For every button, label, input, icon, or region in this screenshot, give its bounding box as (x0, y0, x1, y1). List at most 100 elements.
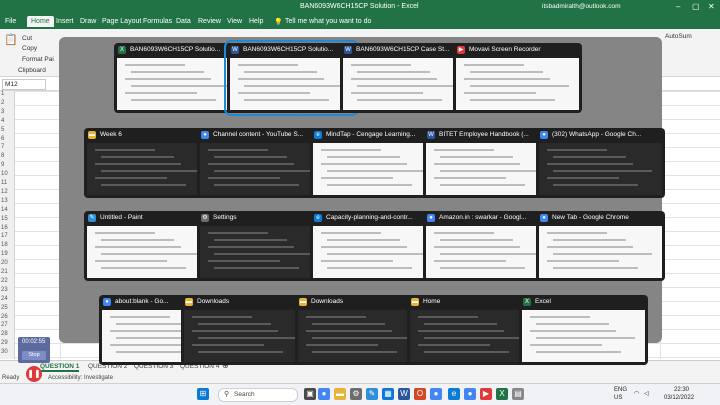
row-number[interactable]: 7 (1, 144, 4, 150)
window-thumbnail[interactable]: W BAN6093W6CH15CP Case St... (340, 43, 469, 113)
settings-taskbar-icon[interactable]: ⚙ (350, 388, 362, 400)
name-box[interactable]: M12 (2, 79, 46, 90)
row-number[interactable]: 12 (1, 189, 8, 195)
edge-icon: e (314, 131, 322, 139)
word-taskbar-icon[interactable]: W (398, 388, 410, 400)
row-number[interactable]: 17 (1, 233, 8, 239)
window-thumbnail[interactable]: e MindTap - Cengage Learning... (310, 128, 439, 198)
window-preview (539, 226, 662, 278)
row-number[interactable]: 29 (1, 340, 8, 346)
chrome-taskbar-icon[interactable]: ● (318, 388, 330, 400)
window-thumbnail[interactable]: ✎ Untitled - Paint (84, 211, 213, 281)
row-number[interactable]: 6 (1, 136, 4, 142)
row-number[interactable]: 2 (1, 100, 4, 106)
window-thumbnail[interactable]: ● (302) WhatsApp - Google Ch... (536, 128, 665, 198)
window-thumbnail[interactable]: X BAN6093W6CH15CP Solutio... (114, 43, 243, 113)
tell-me-search[interactable]: Tell me what you want to do (285, 18, 371, 25)
tab-file[interactable]: File (5, 18, 16, 25)
store-taskbar-icon[interactable]: ▦ (382, 388, 394, 400)
chrome-taskbar-icon-3[interactable]: ● (464, 388, 476, 400)
edge-taskbar-icon[interactable]: e (448, 388, 460, 400)
excel-taskbar-icon[interactable]: X (496, 388, 508, 400)
file-explorer-taskbar-icon[interactable]: ▬ (334, 388, 346, 400)
cut-button[interactable]: Cut (22, 35, 32, 42)
row-number[interactable]: 27 (1, 322, 8, 328)
tab-page-layout[interactable]: Page Layout (102, 18, 141, 25)
row-number[interactable]: 3 (1, 109, 4, 115)
word-icon: W (231, 46, 239, 54)
tab-view[interactable]: View (227, 18, 242, 25)
row-number[interactable]: 21 (1, 269, 8, 275)
row-number[interactable]: 16 (1, 225, 8, 231)
window-thumbnail[interactable]: ● Amazon.in : swarkar - Googl... (423, 211, 552, 281)
window-thumbnail[interactable]: ▬ Downloads (181, 295, 310, 365)
row-number[interactable]: 23 (1, 287, 8, 293)
maximize-icon[interactable]: ▢ (692, 2, 700, 11)
preview-line (440, 170, 539, 172)
tab-data[interactable]: Data (176, 18, 191, 25)
account-name[interactable]: itsbadmiralth@outlook.com (542, 3, 621, 10)
row-number[interactable]: 5 (1, 127, 4, 133)
sheet-tab-question-1[interactable]: QUESTION 1 (40, 363, 80, 372)
row-number[interactable]: 19 (1, 251, 8, 257)
preview-line (327, 170, 426, 172)
office-taskbar-icon[interactable]: O (414, 388, 426, 400)
autosum-button[interactable]: AutoSum (665, 33, 692, 40)
tab-review[interactable]: Review (198, 18, 221, 25)
tab-formulas[interactable]: Formulas (143, 18, 172, 25)
start-icon[interactable]: ⊞ (197, 388, 209, 400)
row-number[interactable]: 11 (1, 180, 7, 186)
tray-language-1[interactable]: ENG (614, 387, 627, 393)
window-thumbnail[interactable]: ⚙ Settings (197, 211, 326, 281)
row-number[interactable]: 30 (1, 349, 8, 355)
row-number[interactable]: 15 (1, 216, 8, 222)
row-number[interactable]: 28 (1, 331, 8, 337)
movavi-taskbar-icon[interactable]: ▶ (480, 388, 492, 400)
chrome-taskbar-icon-2[interactable]: ● (430, 388, 442, 400)
tab-home[interactable]: Home (27, 16, 54, 27)
row-number[interactable]: 26 (1, 314, 8, 320)
row-number[interactable]: 18 (1, 242, 8, 248)
row-number[interactable]: 4 (1, 118, 4, 124)
window-thumbnail[interactable]: ▶ Movavi Screen Recorder (453, 43, 582, 113)
row-number[interactable]: 10 (1, 171, 8, 177)
format-painter-button[interactable]: Format Pai (22, 56, 54, 63)
row-number[interactable]: 22 (1, 278, 8, 284)
window-thumbnail[interactable]: ▬ Home (407, 295, 536, 365)
row-number[interactable]: 1 (1, 91, 4, 97)
tray-language-2[interactable]: US (614, 395, 622, 401)
window-thumbnail[interactable]: X Excel (519, 295, 648, 365)
tab-insert[interactable]: Insert (56, 18, 74, 25)
volume-icon[interactable]: ◁ (644, 390, 649, 397)
taskbar-search[interactable]: ⚲ Search (218, 388, 298, 402)
app-taskbar-icon[interactable]: ▤ (512, 388, 524, 400)
wifi-icon[interactable]: ◠ (634, 390, 639, 397)
close-icon[interactable]: ✕ (708, 2, 715, 11)
window-thumbnail[interactable]: ▬ Downloads (295, 295, 424, 365)
row-number[interactable]: 8 (1, 153, 4, 159)
row-number[interactable]: 24 (1, 296, 8, 302)
pause-recording-icon[interactable]: ❚❚ (26, 366, 42, 382)
paste-icon[interactable]: 📋 (4, 33, 18, 46)
row-number[interactable]: 9 (1, 162, 4, 168)
copy-button[interactable]: Copy (22, 45, 37, 52)
window-thumbnail[interactable]: ● New Tab - Google Chrome (536, 211, 665, 281)
window-thumbnail[interactable]: ▬ Week 6 (84, 128, 213, 198)
row-number[interactable]: 25 (1, 305, 8, 311)
row-number[interactable]: 13 (1, 198, 8, 204)
window-thumbnail[interactable]: e Capacity-planning-and-contr... (310, 211, 439, 281)
tab-draw[interactable]: Draw (80, 18, 96, 25)
minimize-icon[interactable]: – (676, 2, 680, 11)
tray-date[interactable]: 03/12/2022 (664, 395, 694, 401)
accessibility-status[interactable]: Accessibility: Investigate (48, 375, 113, 381)
stop-recording-button[interactable]: Stop (22, 351, 46, 360)
window-thumbnail[interactable]: W BAN6093W6CH15CP Solutio... (224, 40, 359, 116)
window-thumbnail[interactable]: ● Channel content - YouTube S... (197, 128, 326, 198)
window-thumbnail[interactable]: W BITET Employee Handbook (... (423, 128, 552, 198)
row-number[interactable]: 14 (1, 207, 8, 213)
tab-help[interactable]: Help (249, 18, 263, 25)
row-number[interactable]: 20 (1, 260, 8, 266)
paint-taskbar-icon[interactable]: ✎ (366, 388, 378, 400)
task-view-icon[interactable]: ▣ (304, 388, 316, 400)
tray-time[interactable]: 22:30 (674, 387, 689, 393)
